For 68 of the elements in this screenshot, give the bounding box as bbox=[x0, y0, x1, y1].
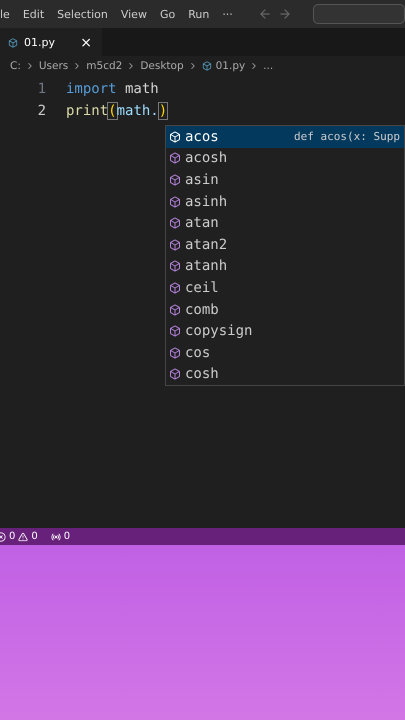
suggestion-item[interactable]: ceil bbox=[166, 277, 404, 299]
method-cube-icon bbox=[169, 304, 181, 316]
breadcrumb-item[interactable]: Users bbox=[38, 60, 68, 72]
suggestion-label: copysign bbox=[185, 323, 252, 340]
suggestion-label: asin bbox=[185, 172, 219, 188]
menu-item[interactable]: Go bbox=[160, 8, 176, 20]
close-icon[interactable]: × bbox=[80, 34, 92, 50]
code-token: math. bbox=[116, 103, 159, 119]
breadcrumb-item[interactable]: C: bbox=[10, 60, 21, 72]
search-field[interactable] bbox=[312, 4, 405, 24]
method-cube-icon bbox=[169, 152, 181, 164]
line-number: 2 bbox=[36, 103, 47, 119]
method-cube-icon bbox=[169, 174, 181, 186]
error-count[interactable]: 0 bbox=[9, 531, 16, 542]
suggestion-label: acos bbox=[185, 128, 219, 145]
method-cube-icon bbox=[169, 196, 181, 208]
method-cube-icon bbox=[169, 130, 181, 143]
menu-item[interactable]: Edit bbox=[22, 8, 44, 20]
line-number: 1 bbox=[36, 81, 47, 97]
suggestion-label: atan bbox=[185, 215, 219, 232]
suggestion-item[interactable]: acosh bbox=[166, 148, 404, 170]
method-cube-icon bbox=[169, 282, 181, 294]
suggestion-item[interactable]: atan bbox=[166, 212, 404, 234]
method-cube-icon bbox=[169, 325, 181, 338]
suggestion-item[interactable]: cos bbox=[166, 342, 404, 364]
breadcrumb-item[interactable]: Desktop bbox=[140, 60, 184, 72]
suggestion-label: atanh bbox=[185, 258, 228, 274]
suggestion-label: atan2 bbox=[185, 236, 228, 253]
suggestion-item[interactable]: asinh bbox=[166, 190, 404, 212]
suggestion-item[interactable]: acos def acos(x: Supp bbox=[166, 126, 404, 148]
menu-item[interactable]: Selection bbox=[57, 8, 108, 20]
editor-tab[interactable]: 01.py × bbox=[0, 28, 102, 56]
method-cube-icon bbox=[169, 238, 181, 251]
code-token: import bbox=[66, 81, 117, 97]
breadcrumb-item[interactable]: ... bbox=[263, 60, 274, 72]
python-file-icon bbox=[202, 61, 212, 71]
ports-count[interactable]: 0 bbox=[64, 531, 70, 542]
menu-item[interactable]: Run bbox=[188, 8, 210, 20]
suggestion-label: ceil bbox=[185, 280, 219, 296]
code-token: math bbox=[124, 81, 159, 97]
suggestion-item[interactable]: asin bbox=[166, 169, 404, 191]
warning-count[interactable]: 0 bbox=[31, 531, 38, 542]
code-token: print bbox=[66, 103, 108, 119]
warning-icon[interactable] bbox=[18, 532, 28, 542]
suggestion-item[interactable]: atanh bbox=[166, 256, 404, 278]
python-file-icon bbox=[8, 38, 18, 48]
suggestion-item[interactable]: comb bbox=[166, 298, 404, 320]
ports-icon[interactable] bbox=[50, 532, 61, 542]
menu-item[interactable]: View bbox=[120, 8, 147, 20]
method-cube-icon bbox=[169, 260, 181, 272]
breadcrumb-item[interactable]: 01.py bbox=[216, 60, 246, 72]
suggestion-item[interactable]: cosh bbox=[166, 364, 404, 386]
suggestion-label: acosh bbox=[185, 150, 228, 166]
code-token: ) bbox=[158, 103, 168, 119]
signature-detail: def acos(x: Supp bbox=[294, 130, 401, 144]
method-cube-icon bbox=[169, 368, 181, 380]
method-cube-icon bbox=[169, 346, 181, 359]
suggestion-label: cos bbox=[185, 344, 210, 361]
suggestion-label: asinh bbox=[185, 194, 228, 210]
code-token: ( bbox=[108, 103, 117, 119]
suggestion-item[interactable]: atan2 bbox=[166, 234, 404, 256]
suggestion-label: cosh bbox=[185, 366, 219, 382]
method-cube-icon bbox=[169, 217, 181, 230]
menu-item[interactable]: le bbox=[0, 8, 10, 20]
suggestion-item[interactable]: copysign bbox=[166, 320, 404, 342]
breadcrumb-item[interactable]: m5cd2 bbox=[86, 60, 122, 72]
menu-item[interactable]: ··· bbox=[222, 8, 233, 20]
suggestion-label: comb bbox=[185, 302, 219, 318]
